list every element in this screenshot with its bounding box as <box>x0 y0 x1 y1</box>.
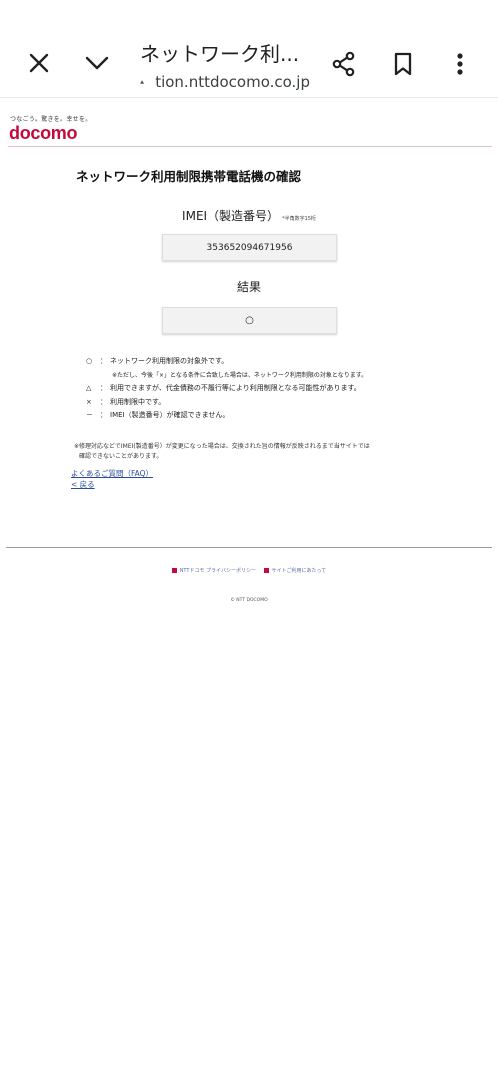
legend-sub-note: ※ただし、今後「×」となる条件に合致した場合は、ネットワーク利用制限の対象となり… <box>112 371 368 379</box>
title-block[interactable]: ネットワーク利... tion.nttdocomo.co.jp <box>140 38 310 91</box>
legend-symbol: － <box>86 411 93 420</box>
legend-colon: ： <box>100 411 107 420</box>
url-domain: tion.nttdocomo.co.jp <box>155 73 310 91</box>
browser-toolbar: ネットワーク利... tion.nttdocomo.co.jp <box>0 0 498 98</box>
legend-colon: ： <box>100 397 107 406</box>
legend-text: 利用制限中です。 <box>110 397 166 406</box>
back-link[interactable]: < 戻る <box>71 479 153 490</box>
minimize-button[interactable] <box>78 44 116 82</box>
legend-text: IMEI（製造番号）が確認できません。 <box>110 411 230 420</box>
privacy-policy-link[interactable]: NTTドコモ プライバシーポリシー <box>171 567 256 574</box>
share-button[interactable] <box>324 44 364 84</box>
imei-change-notice: ※修理対応などでIMEI(製造番号）が変更になった場合は、交換された旨の情報が反… <box>74 442 434 462</box>
share-icon <box>332 51 355 77</box>
legend-symbol: × <box>86 397 92 406</box>
logo-tagline: つなごう。驚きを。幸せを。 <box>10 116 92 123</box>
legend-symbol: ○ <box>86 356 93 365</box>
copyright: © NTT DOCOMO <box>230 598 268 603</box>
page-title: ネットワーク利... <box>140 42 300 66</box>
privacy-policy-label: NTTドコモ プライバシーポリシー <box>179 568 256 574</box>
site-terms-label: サイトご利用にあたって <box>271 568 327 574</box>
footer-links: NTTドコモ プライバシーポリシー サイトご利用にあたって <box>0 567 498 575</box>
url-text: tion.nttdocomo.co.jp <box>152 73 310 91</box>
result-legend: ○：ネットワーク利用制限の対象外です。 ※ただし、今後「×」となる条件に合致した… <box>86 354 466 422</box>
main-heading: ネットワーク利用制限携帯電話機の確認 <box>76 169 302 184</box>
logo-wordmark: docomo <box>9 123 78 143</box>
page-links: よくあるご質問（FAQ） < 戻る <box>71 468 153 490</box>
close-button[interactable] <box>20 44 58 82</box>
legend-text: 利用できますが、代金債務の不履行等により利用制限となる可能性があります。 <box>110 383 361 392</box>
result-value-field: ○ <box>162 307 337 334</box>
legend-colon: ： <box>100 383 107 392</box>
url-row: tion.nttdocomo.co.jp <box>140 73 310 91</box>
bookmark-icon <box>394 52 412 76</box>
header-divider <box>8 146 492 147</box>
legend-item: × ：利用制限中です。 <box>86 395 466 409</box>
bookmark-button[interactable] <box>383 44 423 84</box>
notice-line: 確認できないことがあります。 <box>79 453 163 460</box>
notice-line: ※修理対応などでIMEI(製造番号）が変更になった場合は、交換された旨の情報が反… <box>74 443 370 450</box>
chevron-down-icon <box>85 56 109 70</box>
legend-item: △ ：利用できますが、代金債務の不履行等により利用制限となる可能性があります。 <box>86 381 466 395</box>
warning-icon <box>140 80 144 84</box>
imei-value-field: 353652094671956 <box>162 234 337 261</box>
footer-divider <box>6 547 492 548</box>
faq-link[interactable]: よくあるご質問（FAQ） <box>71 468 153 479</box>
legend-item: ○ ：ネットワーク利用制限の対象外です。 <box>86 354 466 368</box>
imei-label: IMEI（製造番号） <box>182 209 280 223</box>
imei-note: *半角数字15桁 <box>282 216 316 222</box>
close-icon <box>29 53 49 73</box>
imei-label-row: IMEI（製造番号） *半角数字15桁 <box>0 205 498 224</box>
legend-symbol: △ <box>86 383 92 392</box>
legend-item: － ： IMEI（製造番号）が確認できません。 <box>86 408 466 422</box>
more-options-button[interactable] <box>440 44 480 84</box>
legend-colon: ： <box>100 356 107 365</box>
more-vert-icon <box>457 53 463 75</box>
site-terms-link[interactable]: サイトご利用にあたって <box>263 567 327 574</box>
bullet-square-icon <box>171 568 177 573</box>
legend-text: ネットワーク利用制限の対象外です。 <box>110 356 229 365</box>
bullet-square-icon <box>263 568 269 573</box>
result-label: 結果 <box>236 280 261 294</box>
